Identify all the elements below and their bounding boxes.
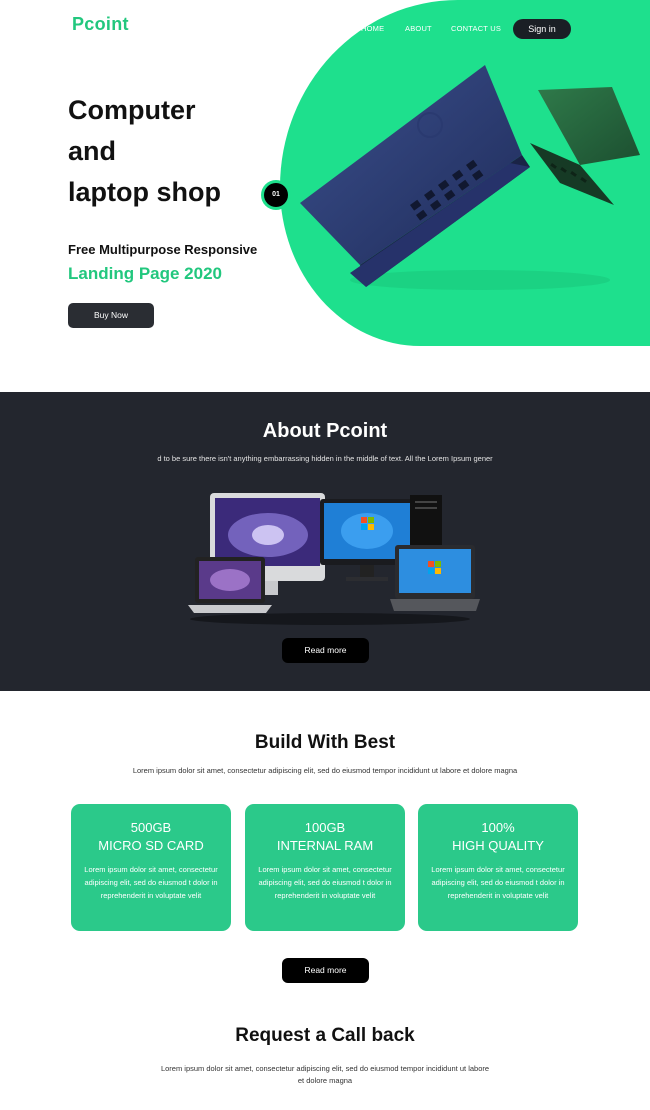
hero-accent-text: Landing Page 2020: [68, 264, 222, 283]
card-value: 100GB: [304, 820, 346, 835]
nav-about[interactable]: ABOUT: [405, 24, 432, 33]
card-label: HIGH QUALITY: [452, 838, 544, 853]
hero-subtitle: Free Multipurpose Responsive: [68, 242, 258, 257]
about-text: d to be sure there isn't anything embarr…: [157, 454, 493, 463]
callback-text: Lorem ipsum dolor sit amet, consectetur …: [160, 1064, 490, 1085]
nav-home[interactable]: HOME: [361, 24, 384, 33]
build-title: Build With Best: [254, 732, 396, 753]
feature-card: 100GB INTERNAL RAM Lorem ipsum dolor sit…: [245, 804, 405, 931]
devices-image: [188, 493, 480, 625]
hero-laptops-image: [300, 65, 640, 290]
callback-title: Request a Call back: [235, 1025, 415, 1046]
hero-section: Pcoint HOME ABOUT CONTACT US Sign in Com…: [0, 0, 650, 392]
build-subtitle: Lorem ipsum dolor sit amet, consectetur …: [132, 766, 518, 775]
build-read-more-button[interactable]: Read more: [282, 958, 369, 983]
signin-button[interactable]: Sign in: [513, 19, 571, 39]
card-value: 100%: [481, 820, 515, 835]
card-text: Lorem ipsum dolor sit amet, consectetur …: [258, 865, 392, 900]
hero-title-line: and: [68, 136, 117, 166]
slide-indicator[interactable]: 01: [264, 183, 288, 207]
about-read-more-button[interactable]: Read more: [282, 638, 369, 663]
card-label: INTERNAL RAM: [276, 838, 374, 853]
feature-card: 100% HIGH QUALITY Lorem ipsum dolor sit …: [418, 804, 578, 931]
hero-title-line: laptop shop: [68, 177, 221, 207]
buy-now-button[interactable]: Buy Now: [68, 303, 154, 328]
hero-title: Computer and laptop shop: [68, 90, 268, 213]
nav-contact-us[interactable]: CONTACT US: [451, 24, 501, 33]
hero-title-line: Computer: [68, 95, 196, 125]
about-section: About Pcoint d to be sure there isn't an…: [0, 392, 650, 691]
feature-card: 500GB MICRO SD CARD Lorem ipsum dolor si…: [71, 804, 231, 931]
about-title: About Pcoint: [262, 420, 388, 442]
card-value: 500GB: [130, 820, 172, 835]
card-label: MICRO SD CARD: [98, 838, 204, 853]
card-text: Lorem ipsum dolor sit amet, consectetur …: [431, 865, 565, 900]
card-text: Lorem ipsum dolor sit amet, consectetur …: [84, 865, 218, 900]
